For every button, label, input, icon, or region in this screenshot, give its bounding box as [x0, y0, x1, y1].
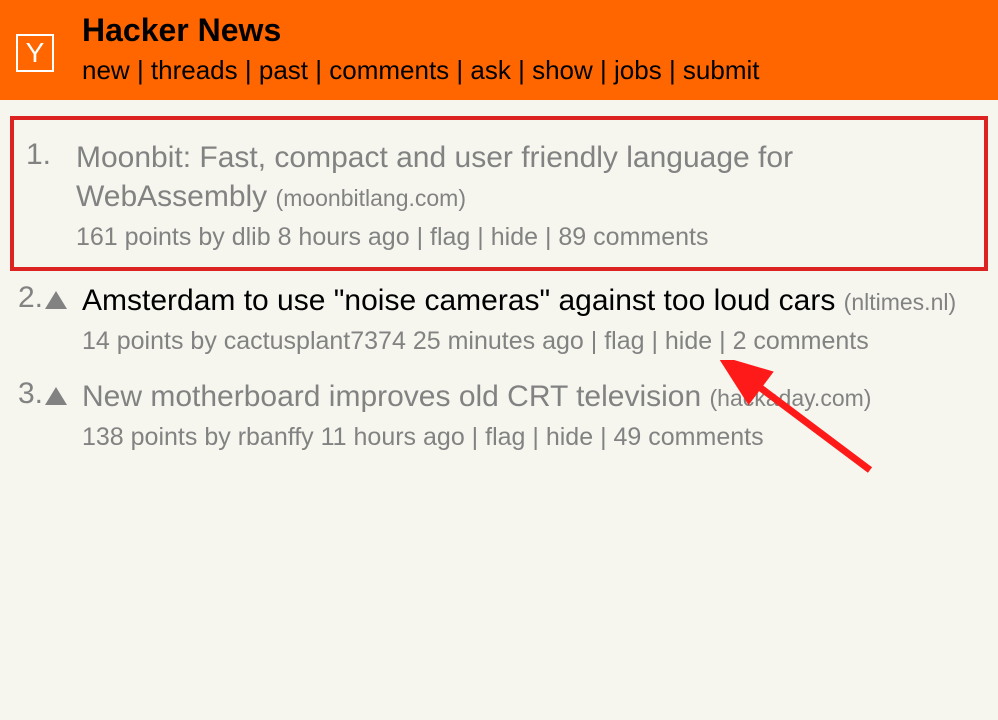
- story-item: 1. Moonbit: Fast, compact and user frien…: [10, 116, 988, 271]
- meta-sep: |: [545, 223, 558, 251]
- nav-sep: |: [669, 55, 683, 85]
- nav-threads[interactable]: threads: [151, 55, 238, 85]
- story-body: New motherboard improves old CRT televis…: [82, 377, 984, 455]
- nav-ask[interactable]: ask: [470, 55, 510, 85]
- story-points: 14 points: [82, 327, 183, 355]
- hide-link[interactable]: hide: [665, 327, 712, 355]
- story-meta: 161 points by dlib 8 hours ago | flag | …: [76, 220, 976, 255]
- story-points: 138 points: [82, 423, 197, 451]
- nav-sep: |: [600, 55, 614, 85]
- story-author[interactable]: rbanffy: [238, 423, 314, 451]
- story-title-row: New motherboard improves old CRT televis…: [82, 377, 984, 416]
- logo-icon[interactable]: Y: [16, 34, 54, 72]
- flag-link[interactable]: flag: [430, 223, 470, 251]
- story-title-link[interactable]: Amsterdam to use "noise cameras" against…: [82, 284, 835, 317]
- hide-link[interactable]: hide: [546, 423, 593, 451]
- story-domain[interactable]: (moonbitlang.com): [276, 185, 466, 211]
- story-age[interactable]: 25 minutes ago: [413, 327, 584, 355]
- site-title[interactable]: Hacker News: [82, 12, 982, 49]
- story-title-row: Amsterdam to use "noise cameras" against…: [82, 281, 984, 320]
- meta-sep: |: [591, 327, 604, 355]
- nav-submit[interactable]: submit: [683, 55, 760, 85]
- nav-jobs[interactable]: jobs: [614, 55, 662, 85]
- nav-sep: |: [518, 55, 532, 85]
- by-prefix: by: [204, 423, 230, 451]
- story-title-link[interactable]: New motherboard improves old CRT televis…: [82, 380, 701, 413]
- story-rank: 1.: [22, 138, 70, 255]
- story-author[interactable]: dlib: [232, 223, 271, 251]
- by-prefix: by: [190, 327, 216, 355]
- story-age[interactable]: 8 hours ago: [278, 223, 410, 251]
- rank-cell: 2.: [14, 281, 76, 359]
- upvote-icon[interactable]: [45, 291, 67, 309]
- nav-sep: |: [137, 55, 151, 85]
- upvote-icon[interactable]: [45, 387, 67, 405]
- meta-sep: |: [417, 223, 430, 251]
- header-content: Hacker News new | threads | past | comme…: [82, 12, 982, 88]
- nav-row: new | threads | past | comments | ask | …: [82, 53, 982, 88]
- meta-sep: |: [719, 327, 732, 355]
- header: Y Hacker News new | threads | past | com…: [0, 0, 998, 100]
- meta-sep: |: [477, 223, 490, 251]
- story-meta: 138 points by rbanffy 11 hours ago | fla…: [82, 420, 984, 455]
- story-age[interactable]: 11 hours ago: [321, 423, 465, 451]
- story-item: 3. New motherboard improves old CRT tele…: [8, 369, 990, 465]
- story-body: Moonbit: Fast, compact and user friendly…: [76, 138, 976, 255]
- story-list: 1. Moonbit: Fast, compact and user frien…: [0, 100, 998, 465]
- rank-cell: 3.: [14, 377, 76, 455]
- flag-link[interactable]: flag: [485, 423, 525, 451]
- hide-link[interactable]: hide: [491, 223, 538, 251]
- comments-link[interactable]: 49 comments: [614, 423, 764, 451]
- meta-sep: |: [651, 327, 664, 355]
- story-body: Amsterdam to use "noise cameras" against…: [82, 281, 984, 359]
- nav-sep: |: [315, 55, 329, 85]
- story-rank: 2.: [18, 281, 43, 315]
- nav-sep: |: [456, 55, 470, 85]
- meta-sep: |: [600, 423, 613, 451]
- comments-link[interactable]: 89 comments: [558, 223, 708, 251]
- comments-link[interactable]: 2 comments: [733, 327, 869, 355]
- flag-link[interactable]: flag: [604, 327, 644, 355]
- story-domain[interactable]: (nltimes.nl): [844, 289, 956, 315]
- story-domain[interactable]: (hackaday.com): [710, 385, 872, 411]
- nav-show[interactable]: show: [532, 55, 593, 85]
- story-author[interactable]: cactusplant7374: [224, 327, 406, 355]
- story-item: 2. Amsterdam to use "noise cameras" agai…: [8, 273, 990, 369]
- meta-sep: |: [532, 423, 545, 451]
- nav-past[interactable]: past: [259, 55, 308, 85]
- story-rank: 3.: [18, 377, 43, 411]
- story-title-row: Moonbit: Fast, compact and user friendly…: [76, 138, 976, 216]
- nav-new[interactable]: new: [82, 55, 130, 85]
- nav-sep: |: [245, 55, 259, 85]
- by-prefix: by: [198, 223, 224, 251]
- nav-comments[interactable]: comments: [329, 55, 449, 85]
- story-points: 161 points: [76, 223, 191, 251]
- story-meta: 14 points by cactusplant7374 25 minutes …: [82, 324, 984, 359]
- meta-sep: |: [472, 423, 485, 451]
